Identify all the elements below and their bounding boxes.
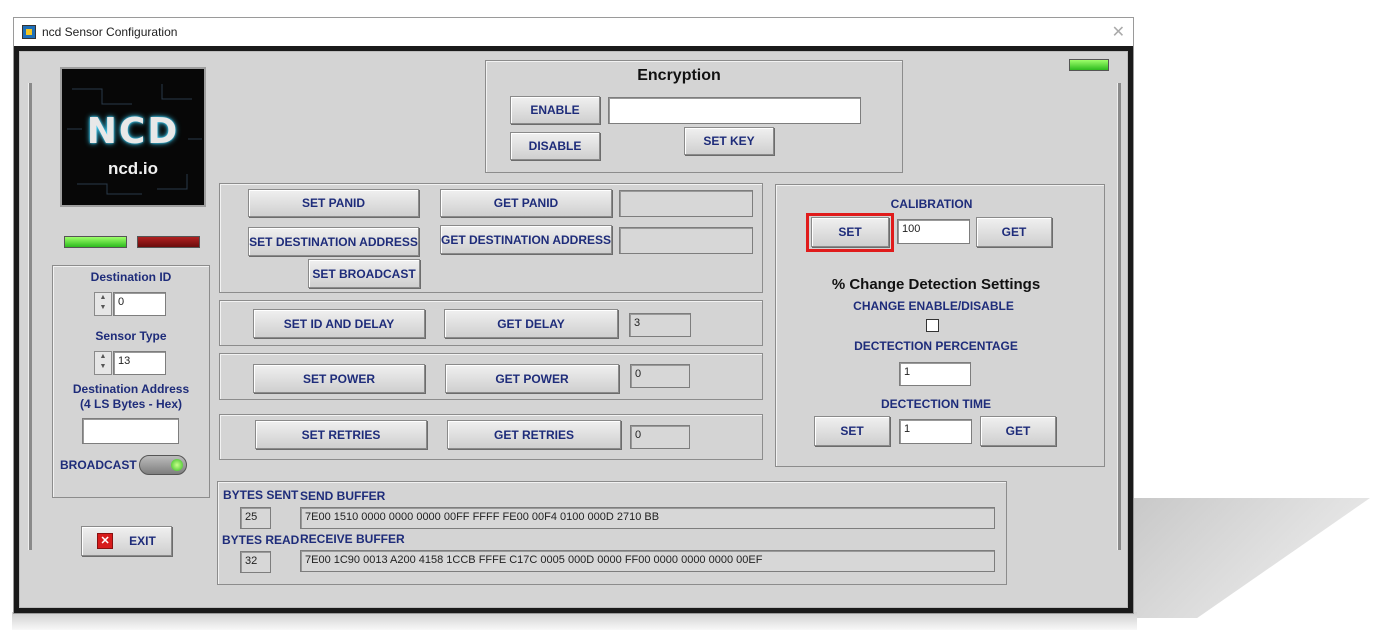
status-led-top-right	[1069, 59, 1109, 71]
right-rail	[1117, 83, 1121, 550]
broadcast-label: BROADCAST	[60, 458, 137, 472]
calibration-get-button[interactable]: GET	[976, 217, 1052, 247]
get-destination-address-button[interactable]: GET DESTINATION ADDRESS	[440, 225, 612, 254]
change-enable-label: CHANGE ENABLE/DISABLE	[853, 299, 1014, 313]
detection-time-set-button[interactable]: SET	[814, 416, 890, 446]
detection-time-get-button[interactable]: GET	[980, 416, 1056, 446]
power-value-field: 0	[630, 364, 690, 388]
broadcast-toggle[interactable]	[139, 455, 187, 475]
left-rail	[28, 83, 32, 550]
logo-subtext: ncd.io	[107, 159, 159, 178]
bytes-sent-label: BYTES SENT	[223, 488, 299, 502]
window-shadow	[1130, 498, 1370, 618]
send-buffer-label: SEND BUFFER	[300, 489, 386, 503]
change-detection-title: % Change Detection Settings	[831, 276, 1041, 293]
set-key-button[interactable]: SET KEY	[684, 127, 774, 155]
delay-value-field: 3	[629, 313, 691, 337]
destination-id-spinner-icon[interactable]: ▲ ▼	[94, 292, 112, 316]
bytes-read-field: 32	[240, 551, 271, 573]
set-id-and-delay-button[interactable]: SET ID AND DELAY	[253, 309, 425, 338]
detection-percentage-label: DECTECTION PERCENTAGE	[854, 339, 1018, 353]
exit-button[interactable]: ✕ EXIT	[81, 526, 172, 556]
destination-address-label: Destination Address	[72, 382, 190, 396]
logo-text: NCD	[86, 111, 180, 152]
detection-time-field[interactable]: 1	[899, 419, 972, 444]
ncd-logo: NCD ncd.io	[60, 67, 206, 207]
get-power-button[interactable]: GET POWER	[445, 364, 619, 393]
highlight-box	[806, 213, 894, 252]
set-retries-button[interactable]: SET RETRIES	[255, 420, 427, 449]
sensor-type-field[interactable]: 13	[113, 351, 166, 375]
sensor-type-label: Sensor Type	[95, 329, 167, 343]
app-icon	[22, 25, 36, 39]
bytes-read-label: BYTES READ	[222, 533, 300, 547]
toggle-led-icon	[171, 459, 183, 471]
change-enable-checkbox[interactable]	[926, 319, 939, 332]
window-title: ncd Sensor Configuration	[42, 25, 178, 39]
get-panid-button[interactable]: GET PANID	[440, 189, 612, 217]
set-power-button[interactable]: SET POWER	[253, 364, 425, 393]
calibration-value-field[interactable]: 100	[897, 219, 970, 244]
close-icon: ✕	[97, 533, 114, 549]
set-broadcast-button[interactable]: SET BROADCAST	[308, 259, 420, 288]
encryption-disable-button[interactable]: DISABLE	[510, 132, 600, 160]
status-led-green	[64, 236, 127, 248]
encryption-enable-button[interactable]: ENABLE	[510, 96, 600, 124]
bytes-sent-field: 25	[240, 507, 271, 529]
receive-buffer-field: 7E00 1C90 0013 A200 4158 1CCB FFFE C17C …	[300, 550, 995, 572]
detection-time-label: DECTECTION TIME	[881, 397, 991, 411]
encryption-title: Encryption	[637, 67, 721, 84]
panid-value-field	[619, 190, 753, 217]
receive-buffer-label: RECEIVE BUFFER	[300, 532, 405, 546]
destination-address-field[interactable]	[82, 418, 179, 444]
sensor-type-spinner-icon[interactable]: ▲ ▼	[94, 351, 112, 375]
encryption-key-field[interactable]	[608, 97, 861, 124]
status-led-red	[137, 236, 200, 248]
detection-percentage-field[interactable]: 1	[899, 362, 971, 386]
destination-address-hint: (4 LS Bytes - Hex)	[79, 397, 183, 411]
retries-value-field: 0	[630, 425, 690, 449]
set-destination-address-button[interactable]: SET DESTINATION ADDRESS	[248, 227, 419, 256]
get-delay-button[interactable]: GET DELAY	[444, 309, 618, 338]
set-panid-button[interactable]: SET PANID	[248, 189, 419, 217]
exit-label: EXIT	[129, 534, 156, 548]
destination-address-value-field	[619, 227, 753, 254]
calibration-label: CALIBRATION	[890, 197, 973, 211]
get-retries-button[interactable]: GET RETRIES	[447, 420, 621, 449]
send-buffer-field: 7E00 1510 0000 0000 0000 00FF FFFF FE00 …	[300, 507, 995, 529]
title-bar[interactable]: ncd Sensor Configuration ✕	[14, 18, 1133, 46]
window-shadow-bottom	[12, 612, 1137, 630]
destination-id-field[interactable]: 0	[113, 292, 166, 316]
close-icon[interactable]: ✕	[1112, 22, 1125, 42]
destination-id-label: Destination ID	[90, 270, 172, 284]
